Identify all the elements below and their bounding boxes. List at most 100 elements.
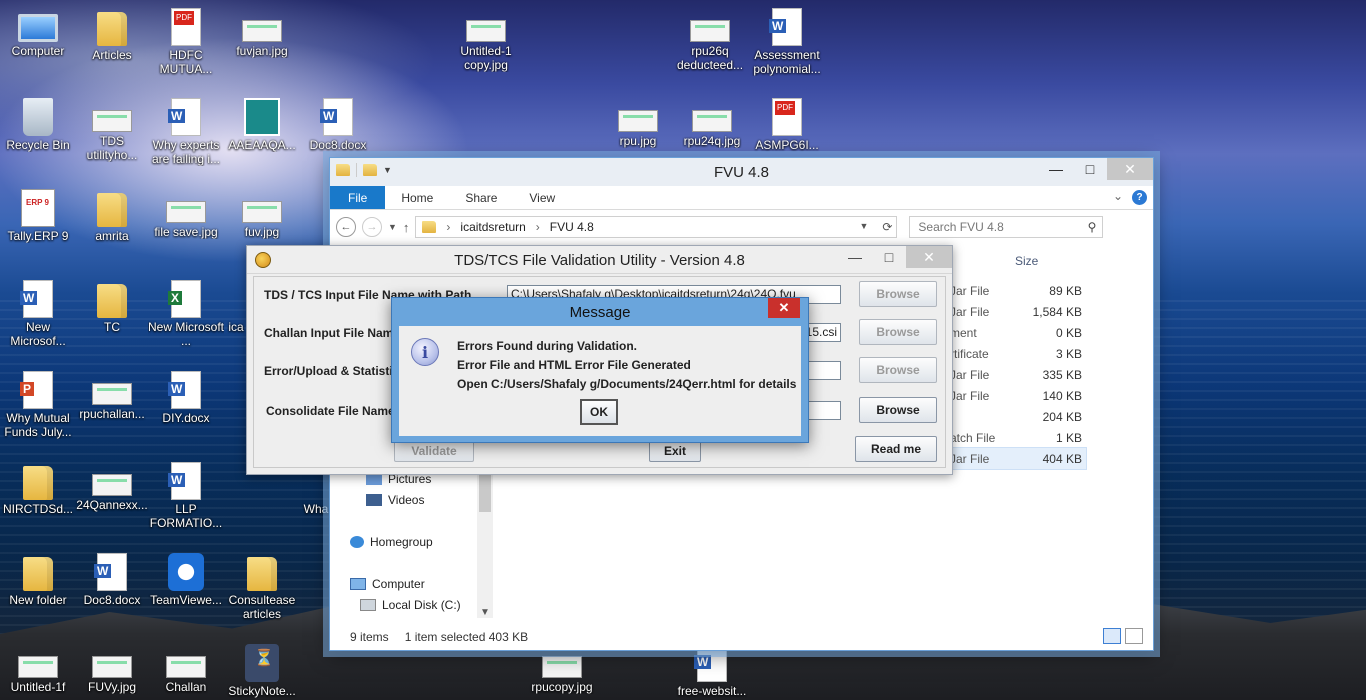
validate-button[interactable]: Validate xyxy=(394,440,474,462)
minimize-button[interactable]: — xyxy=(1039,158,1073,180)
tab-file[interactable]: File xyxy=(330,186,386,209)
desktop-icon-rpuchallan[interactable]: rpuchallan... xyxy=(74,371,150,421)
forward-button[interactable]: → xyxy=(362,217,382,237)
close-button[interactable]: ✕ xyxy=(768,298,800,318)
desktop-icon-aaeaaqa[interactable]: AAEAAQA... xyxy=(224,98,300,152)
browse-error-button[interactable]: Browse xyxy=(859,357,937,383)
tab-view[interactable]: View xyxy=(513,186,571,209)
desktop-icon-fuvjan[interactable]: fuvjan.jpg xyxy=(224,8,300,58)
browse-input-button[interactable]: Browse xyxy=(859,281,937,307)
file-row-selected[interactable]: Jar File 404 KB xyxy=(949,447,1087,470)
desktop-icon-why-mutual[interactable]: Why Mutual Funds July... xyxy=(0,371,76,439)
message-titlebar[interactable]: Message ✕ xyxy=(392,298,808,326)
recent-locations-chevron-icon[interactable]: ▼ xyxy=(388,222,397,232)
desktop-icon-amrita[interactable]: amrita xyxy=(74,189,150,243)
desktop-icon-assessment[interactable]: Assessment polynomial... xyxy=(749,8,825,76)
desktop-icon-24qannex[interactable]: 24Qannexx... xyxy=(74,462,150,512)
large-icons-view-icon[interactable] xyxy=(1125,628,1143,644)
desktop-icon-rpucopy[interactable]: rpucopy.jpg xyxy=(524,644,600,694)
desktop-icon-consultease[interactable]: Consultease articles xyxy=(224,553,300,621)
scroll-down-icon[interactable]: ▼ xyxy=(480,607,490,618)
desktop-icon-tds-utility[interactable]: TDS utilityho... xyxy=(74,98,150,162)
desktop-icon-tc[interactable]: TC xyxy=(74,280,150,334)
details-view-icon[interactable] xyxy=(1103,628,1121,644)
desktop-icon-articles[interactable]: Articles xyxy=(74,8,150,62)
fvu-titlebar[interactable]: TDS/TCS File Validation Utility - Versio… xyxy=(247,246,952,274)
exit-button[interactable]: Exit xyxy=(649,440,701,462)
file-row[interactable]: atch File 1 KB xyxy=(950,427,1086,448)
file-row[interactable]: Jar File 89 KB xyxy=(950,280,1086,301)
maximize-button[interactable]: □ xyxy=(872,246,906,268)
read-me-button[interactable]: Read me xyxy=(855,436,937,462)
minimize-button[interactable]: — xyxy=(838,246,872,268)
desktop-icon-fuv[interactable]: fuv.jpg xyxy=(224,189,300,239)
size-column-header[interactable]: Size xyxy=(1015,254,1038,268)
desktop-icon-rpu26q[interactable]: rpu26q deducteed... xyxy=(672,8,748,72)
maximize-button[interactable]: □ xyxy=(1073,158,1107,180)
desktop-icon-challan[interactable]: Challan xyxy=(148,644,224,694)
desktop-icon-new-microsoft-word[interactable]: New Microsof... xyxy=(0,280,76,348)
explorer-titlebar[interactable]: ▼ FVU 4.8 — □ ✕ xyxy=(330,158,1153,186)
file-row[interactable]: 204 KB xyxy=(950,406,1086,427)
desktop-icon-new-folder[interactable]: New folder xyxy=(0,553,76,607)
nav-item-local-disk[interactable]: Local Disk (C:) xyxy=(350,594,490,615)
desktop-icon-free-website[interactable]: free-websit... xyxy=(674,644,750,698)
desktop-icon-teamviewer[interactable]: TeamViewe... xyxy=(148,553,224,607)
help-icon[interactable]: ? xyxy=(1132,190,1147,205)
file-row[interactable]: Jar File 140 KB xyxy=(950,385,1086,406)
browse-consolidate-button[interactable]: Browse xyxy=(859,397,937,423)
address-bar[interactable]: › icaitdsreturn › FVU 4.8 ▼ ⟳ xyxy=(415,216,898,238)
selection-info: 1 item selected 403 KB xyxy=(404,630,529,644)
file-row[interactable]: Jar File 335 KB xyxy=(950,364,1086,385)
nav-item-computer[interactable]: Computer xyxy=(350,573,490,594)
desktop-icon-llp[interactable]: LLP FORMATIO... xyxy=(148,462,224,530)
breadcrumb-item[interactable]: FVU 4.8 xyxy=(550,220,594,234)
desktop-icon-untitled1copy[interactable]: Untitled-1 copy.jpg xyxy=(448,8,524,72)
search-box[interactable]: Search FVU 4.8 ⚲ xyxy=(909,216,1104,238)
breadcrumb-item[interactable]: icaitdsreturn xyxy=(460,220,525,234)
tab-home[interactable]: Home xyxy=(385,186,449,209)
desktop-icon-tally[interactable]: Tally.ERP 9 xyxy=(0,189,76,243)
desktop-icon-computer[interactable]: Computer xyxy=(0,8,76,58)
teamviewer-icon xyxy=(168,553,204,591)
desktop-icon-untitled1f[interactable]: Untitled-1f xyxy=(0,644,76,694)
refresh-icon[interactable]: ⟳ xyxy=(882,220,892,234)
desktop-icon-doc8-2[interactable]: Doc8.docx xyxy=(74,553,150,607)
file-row[interactable]: ment 0 KB xyxy=(950,322,1086,343)
nav-item-homegroup[interactable]: Homegroup xyxy=(350,531,490,552)
file-row[interactable]: Jar File 1,584 KB xyxy=(950,301,1086,322)
close-button[interactable]: ✕ xyxy=(1107,158,1153,180)
up-button[interactable]: ↑ xyxy=(403,220,410,235)
tab-share[interactable]: Share xyxy=(449,186,513,209)
expand-ribbon-icon[interactable]: ⌄ xyxy=(1113,189,1123,203)
address-dropdown-icon[interactable]: ▼ xyxy=(860,221,869,231)
photo-icon xyxy=(244,98,280,136)
file-row[interactable]: rtificate 3 KB xyxy=(950,343,1086,364)
desktop-icon-rpu[interactable]: rpu.jpg xyxy=(600,98,676,148)
image-file-icon xyxy=(242,201,282,223)
desktop-icon-diy[interactable]: DIY.docx xyxy=(148,371,224,425)
browse-challan-button[interactable]: Browse xyxy=(859,319,937,345)
file-list: Jar File 89 KB Jar File 1,584 KB ment 0 KB … xyxy=(949,280,1087,470)
desktop-icon-why-experts[interactable]: Why experts are failing i... xyxy=(148,98,224,166)
desktop-icon-recycle-bin[interactable]: Recycle Bin xyxy=(0,98,76,152)
message-line-2: Error File and HTML Error File Generated xyxy=(457,358,691,372)
desktop-icon-file-save[interactable]: file save.jpg xyxy=(148,189,224,239)
back-button[interactable]: ← xyxy=(336,217,356,237)
desktop-icon-nirctds[interactable]: NIRCTDSd... xyxy=(0,462,76,516)
desktop-icon-doc8[interactable]: Doc8.docx xyxy=(300,98,376,152)
close-button[interactable]: ✕ xyxy=(906,246,952,268)
desktop-icon-hdfc[interactable]: HDFC MUTUA... xyxy=(148,8,224,76)
ok-button[interactable]: OK xyxy=(580,399,618,425)
desktop-icon-rpu24q[interactable]: rpu24q.jpg xyxy=(674,98,750,148)
word-doc-icon xyxy=(168,462,201,500)
nav-item-videos[interactable]: Videos xyxy=(350,489,490,510)
desktop-icon-fuvy[interactable]: FUVy.jpg xyxy=(74,644,150,694)
message-line-1: Errors Found during Validation. xyxy=(457,339,638,353)
desktop-icon-stickynote[interactable]: StickyNote... xyxy=(224,644,300,698)
nav-pane-scrollbar[interactable]: ▼ xyxy=(477,468,493,618)
fvu-window-controls: — □ ✕ xyxy=(838,246,952,268)
address-bar-row: ← → ▼ ↑ › icaitdsreturn › FVU 4.8 ▼ ⟳ Se… xyxy=(330,210,1153,244)
desktop-icon-asmpg[interactable]: ASMPG6I... xyxy=(749,98,825,152)
